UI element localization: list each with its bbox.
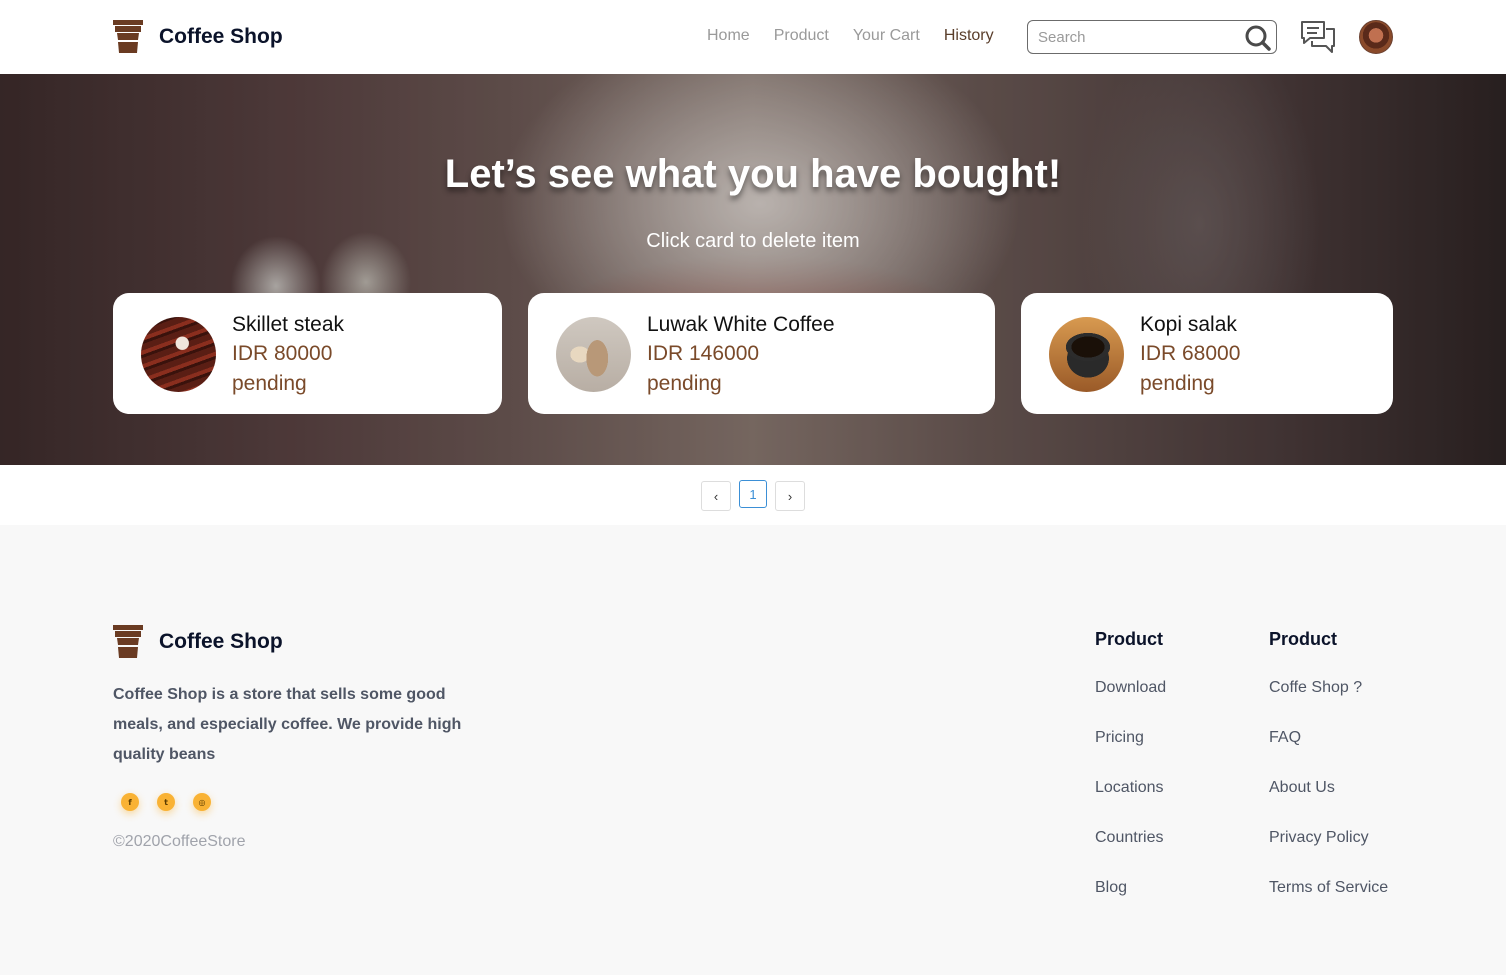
search-box xyxy=(1027,20,1277,54)
prev-page-button[interactable]: ‹ xyxy=(701,481,731,511)
history-card[interactable]: Skillet steak IDR 80000 pending xyxy=(113,293,502,414)
avatar[interactable] xyxy=(1359,20,1393,54)
instagram-icon[interactable]: ◎ xyxy=(193,793,211,811)
footer-column-title: Product xyxy=(1269,629,1338,649)
chat-icon[interactable] xyxy=(1300,19,1336,55)
page-1-button[interactable]: 1 xyxy=(739,480,767,508)
footer-link-faq[interactable]: FAQ xyxy=(1269,728,1388,778)
search-input[interactable] xyxy=(1038,27,1238,47)
copyright: ©2020CoffeeStore xyxy=(113,833,246,850)
social-links: f t ◎ xyxy=(121,793,229,811)
footer-column-2: Product Coffe Shop ? FAQ About Us Privac… xyxy=(1269,629,1388,928)
nav-links: Home Product Your Cart History xyxy=(707,27,1018,45)
steak-image xyxy=(141,317,216,392)
footer-brand[interactable]: Coffee Shop xyxy=(113,625,283,659)
footer-link-pricing[interactable]: Pricing xyxy=(1095,728,1166,778)
hero: Let’s see what you have bought! Click ca… xyxy=(0,74,1506,465)
footer-link-coffe-shop[interactable]: Coffe Shop ? xyxy=(1269,678,1388,728)
search-icon[interactable] xyxy=(1244,24,1272,52)
item-price: IDR 146000 xyxy=(647,342,760,365)
footer-column-title: Product xyxy=(1095,629,1164,649)
navbar: Coffee Shop Home Product Your Cart Histo… xyxy=(0,0,1506,74)
footer-link-countries[interactable]: Countries xyxy=(1095,828,1166,878)
item-name: Kopi salak xyxy=(1140,313,1237,336)
footer-brand-name: Coffee Shop xyxy=(159,630,283,653)
brand-name: Coffee Shop xyxy=(159,25,283,48)
footer: Coffee Shop Coffee Shop is a store that … xyxy=(0,525,1506,975)
next-page-button[interactable]: › xyxy=(775,481,805,511)
pagination: ‹ 1 › xyxy=(0,465,1506,525)
item-price: IDR 80000 xyxy=(232,342,333,365)
nav-product[interactable]: Product xyxy=(774,27,829,45)
facebook-icon[interactable]: f xyxy=(121,793,139,811)
footer-link-privacy-policy[interactable]: Privacy Policy xyxy=(1269,828,1388,878)
item-status: pending xyxy=(232,372,307,395)
coffee-cup-image xyxy=(1049,317,1124,392)
coffee-cup-logo-icon xyxy=(113,625,143,658)
item-name: Luwak White Coffee xyxy=(647,313,835,336)
footer-link-download[interactable]: Download xyxy=(1095,678,1166,728)
footer-link-about-us[interactable]: About Us xyxy=(1269,778,1388,828)
footer-link-locations[interactable]: Locations xyxy=(1095,778,1166,828)
footer-link-terms-of-service[interactable]: Terms of Service xyxy=(1269,878,1388,928)
item-status: pending xyxy=(1140,372,1215,395)
iced-coffee-image xyxy=(556,317,631,392)
item-status: pending xyxy=(647,372,722,395)
brand[interactable]: Coffee Shop xyxy=(113,20,283,54)
nav-your-cart[interactable]: Your Cart xyxy=(853,27,920,45)
page-title: Let’s see what you have bought! xyxy=(444,152,1062,196)
item-price: IDR 68000 xyxy=(1140,342,1241,365)
twitter-icon[interactable]: t xyxy=(157,793,175,811)
nav-home[interactable]: Home xyxy=(707,27,750,45)
history-card[interactable]: Luwak White Coffee IDR 146000 pending xyxy=(528,293,995,414)
history-card[interactable]: Kopi salak IDR 68000 pending xyxy=(1021,293,1393,414)
coffee-cup-logo-icon xyxy=(113,20,143,53)
footer-description: Coffee Shop is a store that sells some g… xyxy=(113,686,462,763)
footer-link-blog[interactable]: Blog xyxy=(1095,878,1166,928)
hero-subtitle: Click card to delete item xyxy=(646,230,860,252)
nav-history[interactable]: History xyxy=(944,27,994,45)
footer-column-1: Product Download Pricing Locations Count… xyxy=(1095,629,1166,928)
item-name: Skillet steak xyxy=(232,313,345,336)
